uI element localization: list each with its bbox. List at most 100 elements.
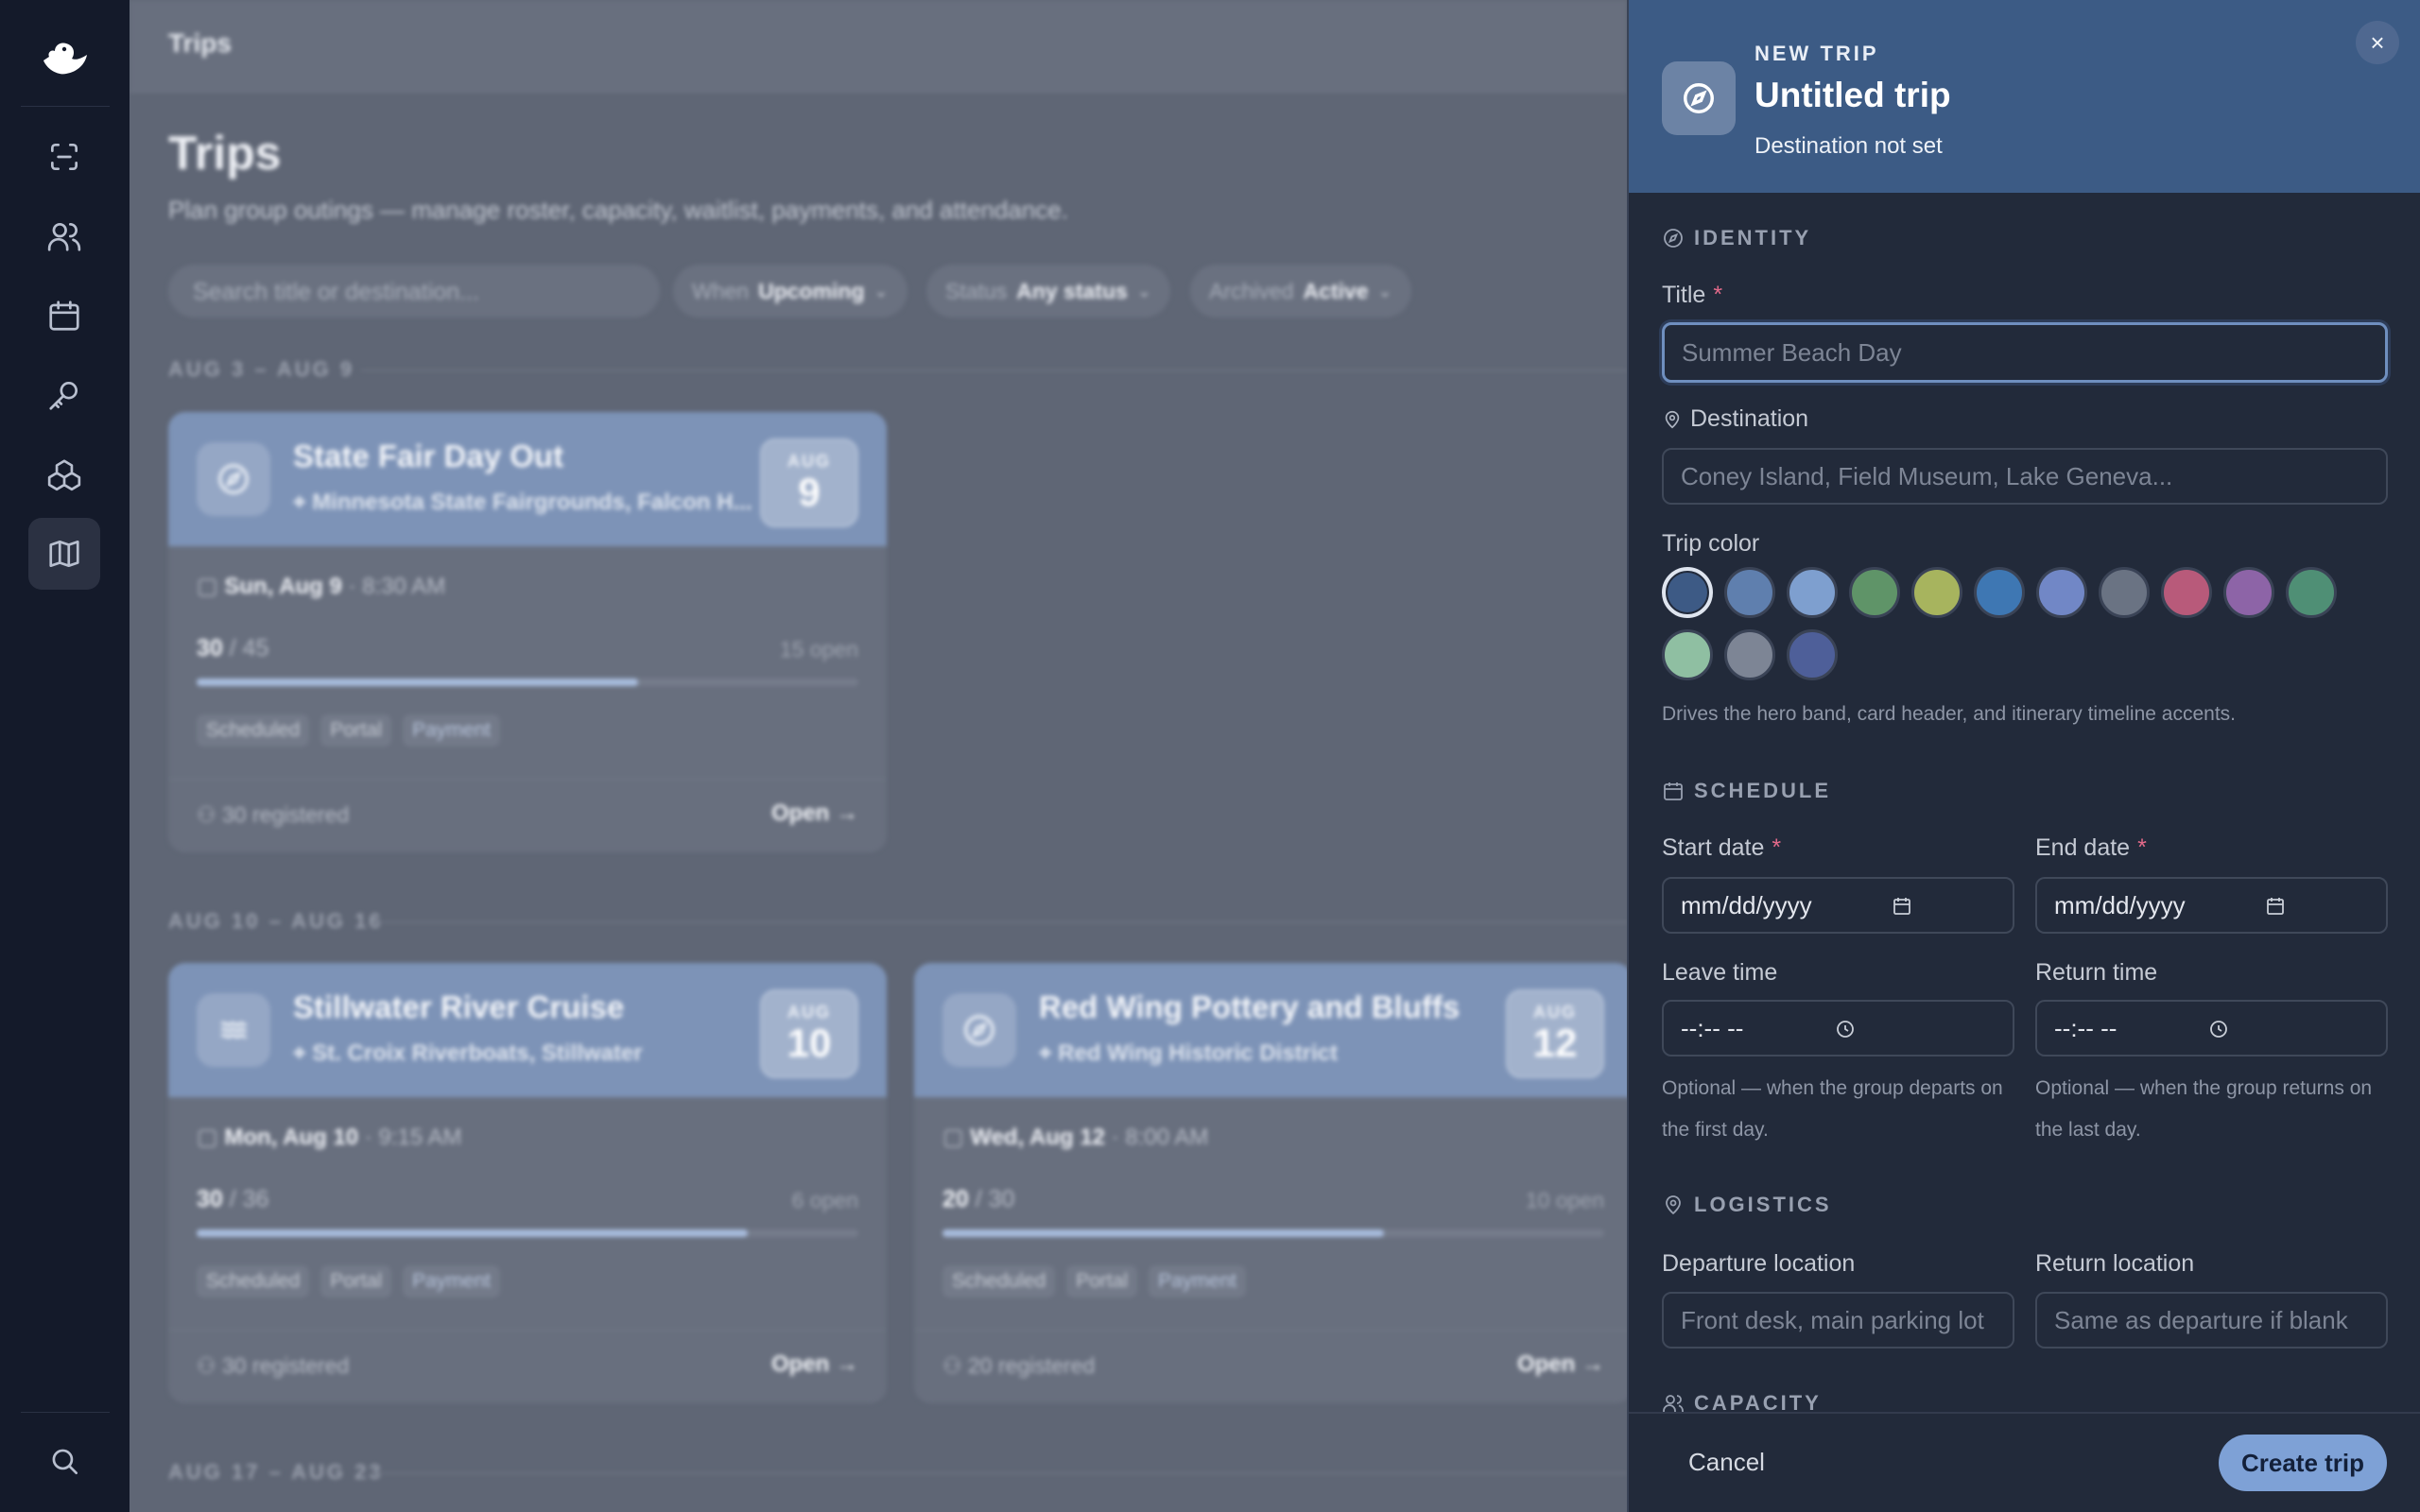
title-input[interactable]: Summer Beach Day bbox=[1662, 322, 2388, 383]
color-swatch[interactable] bbox=[1724, 567, 1775, 618]
capacity-fill bbox=[197, 1229, 749, 1237]
color-swatch[interactable] bbox=[1724, 629, 1775, 680]
return-location-input[interactable]: Same as departure if blank bbox=[2035, 1292, 2388, 1349]
start-date-input[interactable]: mm/dd/yyyy bbox=[1662, 877, 2014, 934]
section-title: SCHEDULE bbox=[1694, 779, 1832, 802]
trip-card[interactable]: State Fair Day Out ⌖ Minnesota State Fai… bbox=[168, 412, 887, 852]
section-identity: IDENTITY bbox=[1662, 226, 1811, 250]
open-trip-button[interactable]: Open → bbox=[771, 1351, 858, 1378]
destination-input[interactable]: Coney Island, Field Museum, Lake Geneva.… bbox=[1662, 448, 2388, 505]
topbar-title: Trips bbox=[168, 28, 232, 58]
end-date-input[interactable]: mm/dd/yyyy bbox=[2035, 877, 2388, 934]
compass-icon bbox=[1662, 61, 1736, 135]
panel-footer: Cancel Create trip bbox=[1629, 1412, 2420, 1512]
registered-label: ⚇ 30 registered bbox=[197, 802, 350, 827]
main-content: Trips Trips Plan group outings — manage … bbox=[130, 0, 1627, 1512]
color-swatch[interactable] bbox=[2161, 567, 2212, 618]
tag: Portal bbox=[320, 1265, 392, 1297]
color-swatch[interactable] bbox=[1662, 567, 1713, 618]
boxes-icon bbox=[47, 459, 81, 491]
capacity-text: / 45 bbox=[229, 635, 269, 662]
users-icon bbox=[47, 222, 81, 251]
nav-people[interactable] bbox=[28, 200, 100, 272]
required-mark: * bbox=[1772, 834, 1782, 861]
open-seats: 15 open bbox=[779, 637, 858, 662]
calendar-icon[interactable] bbox=[1891, 895, 1913, 918]
open-seats: 10 open bbox=[1525, 1188, 1604, 1212]
nav-keys[interactable] bbox=[28, 359, 100, 431]
card-title: Stillwater River Cruise bbox=[293, 989, 625, 1024]
color-swatch[interactable] bbox=[2099, 567, 2150, 618]
return-time-help: Optional — when the group returns on the… bbox=[2035, 1077, 2373, 1141]
tag: Scheduled bbox=[197, 1265, 310, 1297]
panel-title: Untitled trip bbox=[1754, 76, 1951, 114]
trip-card[interactable]: Stillwater River Cruise ⌖ St. Croix Rive… bbox=[168, 963, 887, 1403]
tag-list: Scheduled Portal Payment bbox=[197, 714, 500, 747]
label-text: Title bbox=[1662, 282, 1706, 308]
clock-icon[interactable] bbox=[2207, 1018, 2230, 1040]
tag: Scheduled bbox=[197, 714, 310, 747]
color-swatch[interactable] bbox=[1787, 629, 1838, 680]
time-text: 8:00 AM bbox=[1125, 1125, 1209, 1150]
trip-card[interactable]: Red Wing Pottery and Bluffs ⌖ Red Wing H… bbox=[914, 963, 1627, 1403]
section-schedule: SCHEDULE bbox=[1662, 779, 1831, 803]
nav-trips[interactable] bbox=[28, 518, 100, 590]
card-location: ⌖ Red Wing Historic District bbox=[1039, 1040, 1339, 1066]
label-text: Destination bbox=[1690, 405, 1809, 432]
date-text: Wed, Aug 12 bbox=[970, 1125, 1106, 1150]
open-label: Open bbox=[770, 800, 830, 826]
required-mark: * bbox=[2137, 834, 2147, 861]
calendar-icon[interactable] bbox=[2264, 895, 2287, 918]
badge-month: AUG bbox=[787, 452, 831, 471]
return-location-label: Return location bbox=[2035, 1250, 2195, 1277]
week-divider bbox=[377, 1472, 1627, 1474]
capacity-fill bbox=[942, 1229, 1384, 1237]
filter-status[interactable]: Status Any status ⌄ bbox=[926, 265, 1170, 318]
color-swatch[interactable] bbox=[1787, 567, 1838, 618]
clock-icon[interactable] bbox=[1834, 1018, 1857, 1040]
location-text: St. Croix Riverboats, Stillwater bbox=[312, 1040, 643, 1066]
open-label: Open bbox=[770, 1351, 830, 1377]
week-header: AUG 17 – AUG 23 bbox=[168, 1460, 384, 1484]
app-logo[interactable] bbox=[38, 32, 91, 85]
color-swatch[interactable] bbox=[1911, 567, 1962, 618]
filter-when[interactable]: When Upcoming ⌄ bbox=[673, 265, 908, 318]
required-mark: * bbox=[1713, 282, 1723, 308]
color-swatch[interactable] bbox=[1662, 629, 1713, 680]
panel-subtitle: Destination not set bbox=[1754, 133, 1943, 159]
color-swatch[interactable] bbox=[1974, 567, 2025, 618]
departure-location-input[interactable]: Front desk, main parking lot bbox=[1662, 1292, 2014, 1349]
tag: Payment bbox=[1149, 1265, 1246, 1297]
nav-search[interactable] bbox=[28, 1425, 100, 1497]
tag-list: Scheduled Portal Payment bbox=[942, 1265, 1246, 1297]
open-trip-button[interactable]: Open → bbox=[1517, 1351, 1604, 1378]
nav-inventory[interactable] bbox=[28, 438, 100, 510]
registered-count: 30 bbox=[197, 635, 223, 662]
open-seats: 6 open bbox=[791, 1188, 858, 1212]
card-footer: ⚇ 20 registered Open → bbox=[914, 1330, 1627, 1403]
return-time-input[interactable]: --:-- -- bbox=[2035, 1000, 2388, 1057]
card-date: ▢ Sun, Aug 9 · 8:30 AM bbox=[197, 574, 446, 599]
key-icon bbox=[49, 381, 78, 410]
card-header: State Fair Day Out ⌖ Minnesota State Fai… bbox=[168, 412, 887, 546]
color-swatch[interactable] bbox=[2286, 567, 2337, 618]
color-swatch[interactable] bbox=[2036, 567, 2087, 618]
close-button[interactable]: × bbox=[2356, 21, 2399, 64]
time-text: 8:30 AM bbox=[362, 574, 446, 599]
open-label: Open bbox=[1516, 1351, 1576, 1377]
waves-icon bbox=[197, 993, 270, 1067]
capacity-text: / 36 bbox=[229, 1186, 269, 1212]
search-input[interactable]: Search title or destination... bbox=[168, 265, 660, 318]
color-swatch[interactable] bbox=[1849, 567, 1900, 618]
nav-scan[interactable] bbox=[28, 121, 100, 193]
cancel-button[interactable]: Cancel bbox=[1688, 1448, 1765, 1477]
filter-archived[interactable]: Archived Active ⌄ bbox=[1190, 265, 1411, 318]
color-swatch[interactable] bbox=[2223, 567, 2274, 618]
tag: Payment bbox=[403, 714, 500, 747]
chevron-down-icon: ⌄ bbox=[1377, 281, 1392, 301]
open-trip-button[interactable]: Open → bbox=[771, 800, 858, 827]
nav-calendar[interactable] bbox=[28, 280, 100, 352]
create-trip-button[interactable]: Create trip bbox=[2219, 1435, 2387, 1491]
leave-time-input[interactable]: --:-- -- bbox=[1662, 1000, 2014, 1057]
time-placeholder: --:-- -- bbox=[1681, 1013, 1744, 1042]
